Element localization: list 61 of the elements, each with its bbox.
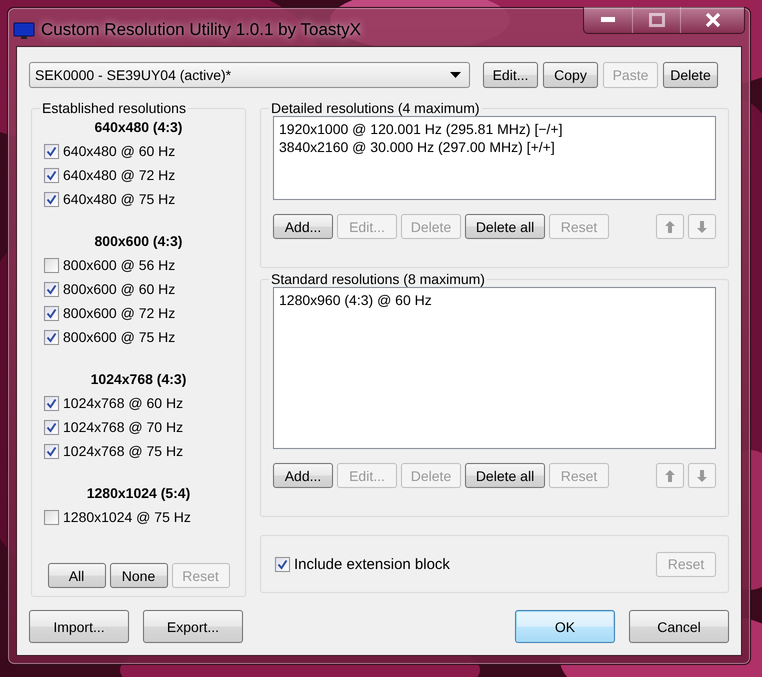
group-title: Standard resolutions (8 maximum) (271, 271, 485, 287)
checkbox[interactable] (44, 282, 59, 296)
close-button[interactable] (680, 7, 744, 33)
checkbox[interactable] (44, 510, 59, 524)
maximize-button[interactable] (632, 7, 680, 33)
checkbox[interactable] (44, 192, 59, 206)
minimize-button[interactable] (584, 7, 632, 33)
checkbox-label: 640x480 @ 72 Hz (63, 167, 176, 183)
resolution-heading: 1280x1024 (5:4) (86, 484, 192, 503)
monitor-dropdown[interactable]: SEK0000 - SE39UY04 (active)* (29, 62, 470, 88)
checkbox-label: 640x480 @ 60 Hz (63, 143, 176, 159)
checkbox[interactable] (44, 306, 59, 320)
checkbox-label: 800x600 @ 75 Hz (63, 329, 176, 345)
checkbox[interactable] (44, 396, 59, 410)
checkbox-label: 1024x768 @ 70 Hz (63, 419, 184, 435)
file-button[interactable]: Export... (143, 610, 243, 643)
checkbox-label: 640x480 @ 75 Hz (63, 191, 176, 207)
list-button[interactable]: Delete all (465, 463, 545, 488)
minimize-icon (601, 17, 615, 23)
checkbox[interactable] (44, 258, 59, 272)
dropdown-arrow-icon (450, 72, 461, 78)
up-arrow-icon (665, 220, 675, 232)
list-item[interactable]: 3840x2160 @ 30.000 Hz (297.00 MHz) [+/+] (279, 138, 710, 156)
checkbox[interactable] (275, 556, 290, 572)
group-title: Established resolutions (42, 100, 186, 116)
checkbox-label: 1024x768 @ 60 Hz (63, 395, 184, 411)
checkbox[interactable] (44, 168, 59, 182)
dialog-button[interactable]: Cancel (629, 610, 729, 643)
resolution-heading: 1024x768 (4:3) (90, 370, 188, 389)
list-button[interactable]: Add... (273, 214, 333, 239)
checkbox[interactable] (44, 330, 59, 344)
checkbox-label: 800x600 @ 72 Hz (63, 305, 176, 321)
checkbox[interactable] (44, 444, 59, 458)
select-button[interactable]: All (48, 563, 106, 588)
select-button[interactable]: None (110, 563, 168, 588)
monitor-icon (13, 22, 35, 40)
dialog-button[interactable]: OK (515, 610, 615, 643)
list-button[interactable]: Delete all (465, 214, 545, 239)
checkbox-label: 1024x768 @ 75 Hz (63, 443, 184, 459)
toolbar-button[interactable]: Delete (663, 62, 718, 88)
toolbar-button[interactable]: Edit... (483, 62, 538, 88)
checkbox[interactable] (44, 420, 59, 434)
checkbox-label: Include extension block (294, 556, 450, 572)
maximize-icon (648, 13, 664, 27)
toolbar-button[interactable]: Copy (543, 62, 598, 88)
resolution-heading: 640x480 (4:3) (94, 118, 184, 137)
checkbox-label: 1280x1024 @ 75 Hz (63, 509, 191, 525)
resolution-heading: 800x600 (4:3) (94, 232, 184, 251)
list-item[interactable]: 1280x960 (4:3) @ 60 Hz (279, 291, 710, 309)
list-button[interactable]: Add... (273, 463, 333, 488)
list-item[interactable]: 1920x1000 @ 120.001 Hz (295.81 MHz) [−/+] (279, 120, 710, 138)
group-title: Detailed resolutions (4 maximum) (271, 100, 480, 116)
checkbox[interactable] (44, 144, 59, 158)
checkbox-label: 800x600 @ 60 Hz (63, 281, 176, 297)
close-icon (704, 13, 720, 27)
checkbox-label: 800x600 @ 56 Hz (63, 257, 176, 273)
down-arrow-icon (697, 470, 707, 482)
up-arrow-icon (665, 470, 675, 482)
down-arrow-icon (697, 220, 707, 232)
file-button[interactable]: Import... (29, 610, 129, 643)
window-title: Custom Resolution Utility 1.0.1 by ToastyX (41, 20, 361, 40)
